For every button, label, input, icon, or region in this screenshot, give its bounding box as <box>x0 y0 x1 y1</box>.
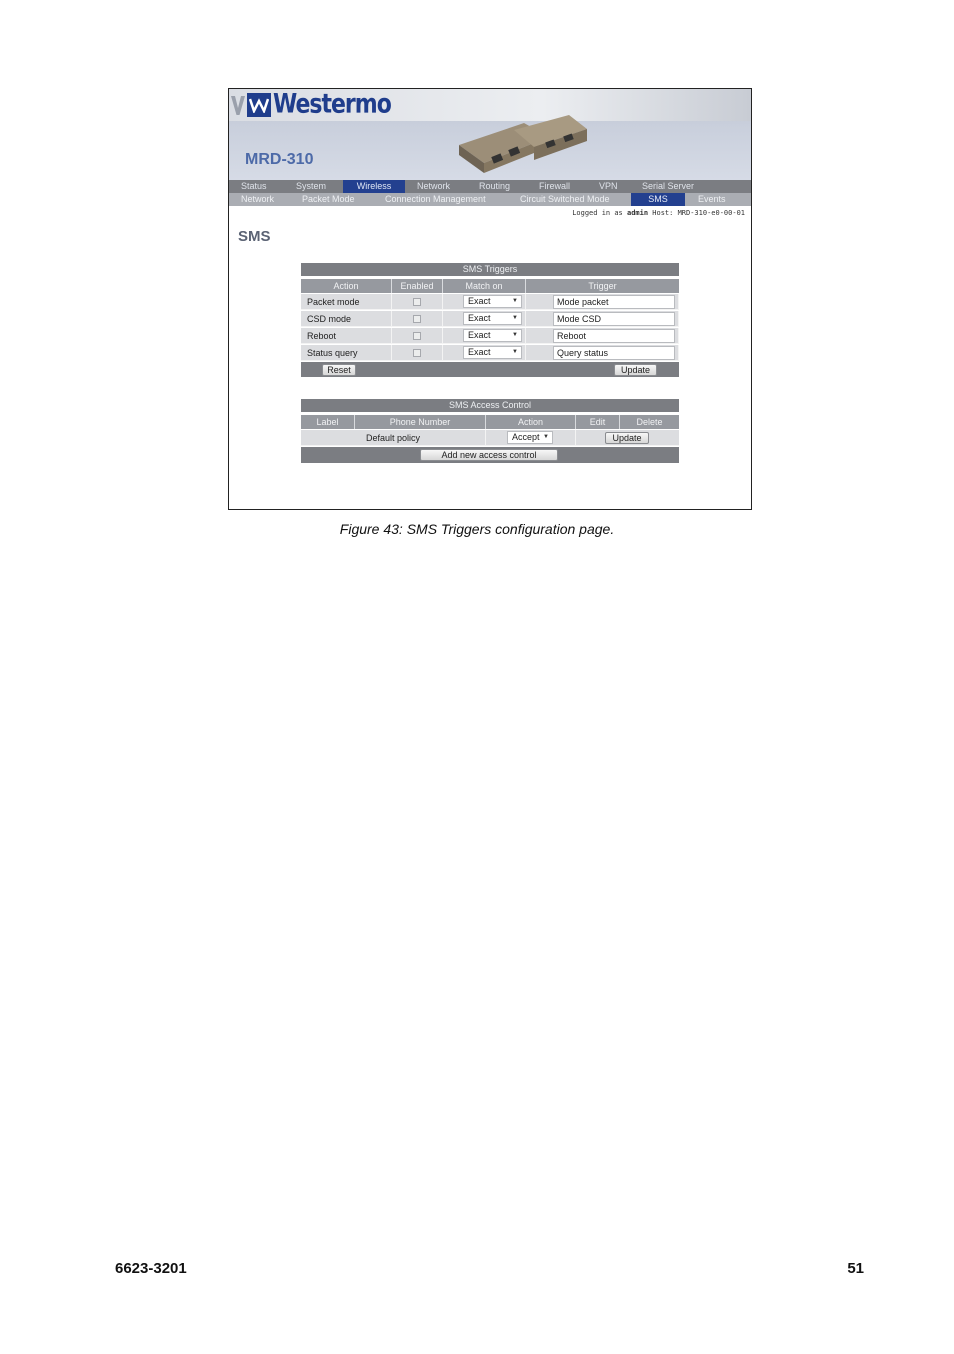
logo-w-icon <box>247 92 271 117</box>
nav-system[interactable]: System <box>296 180 326 193</box>
page-number: 51 <box>847 1260 864 1277</box>
col-header-match-on: Match on <box>443 279 526 293</box>
nav-firewall[interactable]: Firewall <box>539 180 570 193</box>
nav-status[interactable]: Status <box>241 180 267 193</box>
page-title: SMS <box>238 228 271 245</box>
subnav-network[interactable]: Network <box>241 193 274 206</box>
col-header-edit: Edit <box>576 415 620 429</box>
match-select[interactable]: Exact ▼ <box>463 346 522 359</box>
table-row-action: CSD mode <box>301 311 392 327</box>
col-header-action: Action <box>486 415 576 429</box>
add-access-control-button[interactable]: Add new access control <box>420 449 558 461</box>
enabled-checkbox[interactable] <box>413 315 421 323</box>
nav-routing[interactable]: Routing <box>479 180 510 193</box>
table-row-action: Reboot <box>301 328 392 344</box>
dropdown-arrow-icon: ▼ <box>512 298 518 304</box>
col-header-trigger: Trigger <box>526 279 679 293</box>
screenshot-frame: Westermo MRD-310 Status System Wireless … <box>228 88 752 510</box>
subnav-sms[interactable]: SMS <box>631 193 685 206</box>
col-header-delete: Delete <box>620 415 679 429</box>
dropdown-arrow-icon: ▼ <box>512 332 518 338</box>
table-caption: SMS Triggers <box>301 263 679 276</box>
enabled-checkbox[interactable] <box>413 349 421 357</box>
main-nav: Status System Wireless Network Routing F… <box>229 180 751 193</box>
table-row-action: Status query <box>301 345 392 361</box>
subnav-circuit-switched-mode[interactable]: Circuit Switched Mode <box>520 193 610 206</box>
logo-mark-icon <box>231 95 245 115</box>
session-host: Host: MRD-310-e0-00-01 <box>652 209 745 217</box>
nav-serial-server[interactable]: Serial Server <box>642 180 694 193</box>
trigger-input[interactable]: Reboot <box>553 329 675 343</box>
reset-button[interactable]: Reset <box>322 364 356 376</box>
update-button[interactable]: Update <box>614 364 657 376</box>
table-caption: SMS Access Control <box>301 399 679 412</box>
policy-update-button[interactable]: Update <box>605 432 649 444</box>
table-footer: Reset Update <box>301 362 679 377</box>
dropdown-arrow-icon: ▼ <box>543 434 549 440</box>
table-row-action: Packet mode <box>301 294 392 310</box>
subnav-packet-mode[interactable]: Packet Mode <box>302 193 355 206</box>
match-select[interactable]: Exact ▼ <box>463 329 522 342</box>
match-select[interactable]: Exact ▼ <box>463 295 522 308</box>
session-info: Logged in as admin Host: MRD-310-e0-00-0… <box>572 209 745 217</box>
col-header-phone-number: Phone Number <box>355 415 486 429</box>
trigger-input[interactable]: Mode packet <box>553 295 675 309</box>
sub-nav: Network Packet Mode Connection Managemen… <box>229 193 751 206</box>
default-action-select[interactable]: Accept ▼ <box>507 431 553 444</box>
col-header-enabled: Enabled <box>392 279 443 293</box>
subnav-events[interactable]: Events <box>698 193 726 206</box>
col-header-action: Action <box>301 279 392 293</box>
nav-vpn[interactable]: VPN <box>599 180 618 193</box>
nav-network[interactable]: Network <box>417 180 450 193</box>
table-footer: Add new access control <box>301 447 679 463</box>
enabled-checkbox[interactable] <box>413 298 421 306</box>
sms-triggers-table: SMS Triggers Action Enabled Match on Tri… <box>301 263 679 380</box>
header-banner: Westermo MRD-310 <box>229 89 751 180</box>
westermo-logo: Westermo <box>231 89 392 120</box>
match-select[interactable]: Exact ▼ <box>463 312 522 325</box>
session-user: admin <box>626 209 649 217</box>
dropdown-arrow-icon: ▼ <box>512 315 518 321</box>
subnav-connection-management[interactable]: Connection Management <box>385 193 486 206</box>
figure-caption: Figure 43: SMS Triggers configuration pa… <box>339 521 615 537</box>
default-policy-label: Default policy <box>301 430 486 446</box>
nav-wireless[interactable]: Wireless <box>343 180 405 193</box>
model-name: MRD-310 <box>245 151 314 168</box>
dropdown-arrow-icon: ▼ <box>512 349 518 355</box>
logo-wordmark: Westermo <box>273 89 392 120</box>
trigger-input[interactable]: Mode CSD <box>553 312 675 326</box>
enabled-checkbox[interactable] <box>413 332 421 340</box>
trigger-input[interactable]: Query status <box>553 346 675 360</box>
sms-access-control-table: SMS Access Control Label Phone Number Ac… <box>301 399 679 464</box>
col-header-label: Label <box>301 415 355 429</box>
document-number: 6623-3201 <box>115 1260 187 1277</box>
router-device-image <box>459 115 587 173</box>
